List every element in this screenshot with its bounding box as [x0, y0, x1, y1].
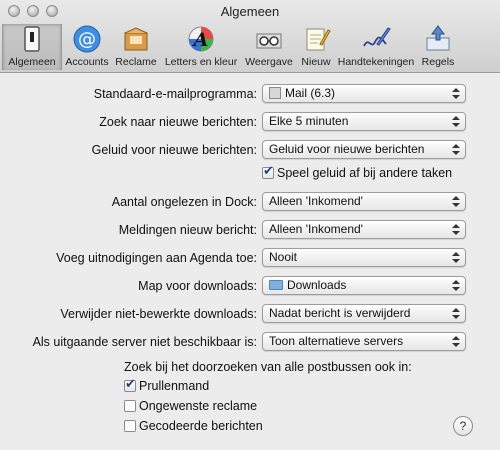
- check-new-label: Zoek naar nieuwe berichten:: [99, 115, 257, 129]
- row-new-sound: Geluid voor nieuwe berichten: Geluid voo…: [0, 140, 500, 162]
- tab-algemeen[interactable]: Algemeen: [2, 24, 62, 70]
- play-sound-checkbox[interactable]: [262, 164, 274, 179]
- junk-mail-icon: [121, 24, 151, 54]
- svg-text:@: @: [78, 29, 96, 50]
- search-trash-checkbox[interactable]: [124, 377, 136, 392]
- popup-value: Alleen 'Inkomend': [269, 194, 363, 208]
- preferences-window: Algemeen Algemeen @ Accounts Reclame A L…: [0, 0, 500, 450]
- popup-arrows-icon: [451, 143, 461, 156]
- popup-arrows-icon: [451, 307, 461, 320]
- tab-label: Weergave: [245, 56, 293, 68]
- tab-label: Nieuw: [301, 56, 331, 68]
- remove-downloads-label: Verwijder niet-bewerkte downloads:: [60, 307, 257, 321]
- popup-value: Geluid voor nieuwe berichten: [269, 142, 425, 156]
- outgoing-unavailable-popup[interactable]: Toon alternatieve servers: [262, 332, 466, 351]
- invitations-popup[interactable]: Nooit: [262, 248, 466, 267]
- search-heading: Zoek bij het doorzoeken van alle postbus…: [124, 360, 412, 374]
- popup-arrows-icon: [451, 223, 461, 236]
- row-default-mail: Standaard-e-mailprogramma: Mail (6.3): [0, 84, 500, 106]
- downloads-folder-popup[interactable]: Downloads: [262, 276, 466, 295]
- dock-unread-popup[interactable]: Alleen 'Inkomend': [262, 192, 466, 211]
- row-check-new: Zoek naar nieuwe berichten: Elke 5 minut…: [0, 112, 500, 134]
- invitations-label: Voeg uitnodigingen aan Agenda toe:: [56, 251, 257, 265]
- at-sign-icon: @: [72, 24, 102, 54]
- folder-icon: [269, 280, 283, 290]
- tab-label: Algemeen: [8, 56, 56, 68]
- search-junk-checkbox[interactable]: [124, 400, 136, 412]
- popup-arrows-icon: [451, 115, 461, 128]
- search-trash-row[interactable]: Prullenmand: [124, 377, 210, 393]
- notifications-popup[interactable]: Alleen 'Inkomend': [262, 220, 466, 239]
- popup-value: Mail (6.3): [285, 86, 336, 100]
- search-junk-label: Ongewenste reclame: [139, 399, 258, 413]
- popup-arrows-icon: [451, 195, 461, 208]
- row-outgoing-unavailable: Als uitgaande server niet beschikbaar is…: [0, 332, 500, 354]
- compose-icon: [301, 24, 331, 54]
- popup-arrows-icon: [451, 335, 461, 348]
- popup-value: Toon alternatieve servers: [269, 334, 404, 348]
- row-downloads-folder: Map voor downloads: Downloads: [0, 276, 500, 298]
- tab-nieuw[interactable]: Nieuw: [298, 24, 334, 70]
- tab-label: Regels: [421, 56, 455, 68]
- popup-arrows-icon: [451, 279, 461, 292]
- popup-value: Alleen 'Inkomend': [269, 222, 363, 236]
- glasses-icon: [254, 24, 284, 54]
- tab-reclame[interactable]: Reclame: [113, 24, 159, 70]
- svg-text:A: A: [192, 29, 209, 51]
- popup-value: Downloads: [287, 278, 347, 292]
- toolbar: Algemeen Algemeen @ Accounts Reclame A L…: [0, 0, 500, 73]
- default-mail-label: Standaard-e-mailprogramma:: [93, 87, 257, 101]
- search-junk-row[interactable]: Ongewenste reclame: [124, 399, 257, 413]
- tab-label: Letters en kleur: [164, 56, 238, 68]
- row-dock-unread: Aantal ongelezen in Dock: Alleen 'Inkome…: [0, 192, 500, 214]
- row-remove-downloads: Verwijder niet-bewerkte downloads: Nadat…: [0, 304, 500, 326]
- row-invitations: Voeg uitnodigingen aan Agenda toe: Nooit: [0, 248, 500, 270]
- downloads-folder-label: Map voor downloads:: [138, 279, 257, 293]
- popup-value: Nadat bericht is verwijderd: [269, 306, 411, 320]
- general-switch-icon: [17, 24, 47, 54]
- popup-arrows-icon: [451, 87, 461, 100]
- tab-label: Accounts: [65, 56, 109, 68]
- tab-weergave[interactable]: Weergave: [243, 24, 295, 70]
- new-sound-popup[interactable]: Geluid voor nieuwe berichten: [262, 140, 466, 159]
- rules-icon: [423, 24, 453, 54]
- tab-accounts[interactable]: @ Accounts: [64, 24, 110, 70]
- outgoing-unavailable-label: Als uitgaande server niet beschikbaar is…: [32, 335, 257, 349]
- search-encrypted-checkbox[interactable]: [124, 420, 136, 432]
- tab-handtekeningen[interactable]: Handtekeningen: [336, 24, 416, 70]
- tab-label: Handtekeningen: [337, 56, 415, 68]
- default-mail-popup[interactable]: Mail (6.3): [262, 84, 466, 103]
- search-encrypted-row[interactable]: Gecodeerde berichten: [124, 419, 263, 433]
- tab-label: Reclame: [115, 56, 157, 68]
- dock-unread-label: Aantal ongelezen in Dock:: [111, 195, 257, 209]
- tab-letters-en-kleur[interactable]: A Letters en kleur: [162, 24, 240, 70]
- signature-icon: [361, 24, 391, 54]
- new-sound-label: Geluid voor nieuwe berichten:: [91, 143, 257, 157]
- window-title: Algemeen: [220, 4, 280, 19]
- notifications-label: Meldingen nieuw bericht:: [118, 223, 257, 237]
- popup-value: Elke 5 minuten: [269, 114, 349, 128]
- row-notifications: Meldingen nieuw bericht: Alleen 'Inkomen…: [0, 220, 500, 242]
- popup-value: Nooit: [269, 250, 298, 264]
- remove-downloads-popup[interactable]: Nadat bericht is verwijderd: [262, 304, 466, 323]
- fonts-colors-icon: A: [186, 24, 216, 54]
- check-new-popup[interactable]: Elke 5 minuten: [262, 112, 466, 131]
- tab-regels[interactable]: Regels: [418, 24, 458, 70]
- search-trash-label: Prullenmand: [139, 379, 210, 393]
- help-button[interactable]: ?: [453, 416, 473, 436]
- search-encrypted-label: Gecodeerde berichten: [139, 419, 263, 433]
- play-sound-checkbox-row[interactable]: Speel geluid af bij andere taken: [262, 164, 453, 180]
- popup-arrows-icon: [451, 251, 461, 264]
- play-sound-label: Speel geluid af bij andere taken: [277, 166, 453, 180]
- mail-app-icon: [269, 87, 281, 99]
